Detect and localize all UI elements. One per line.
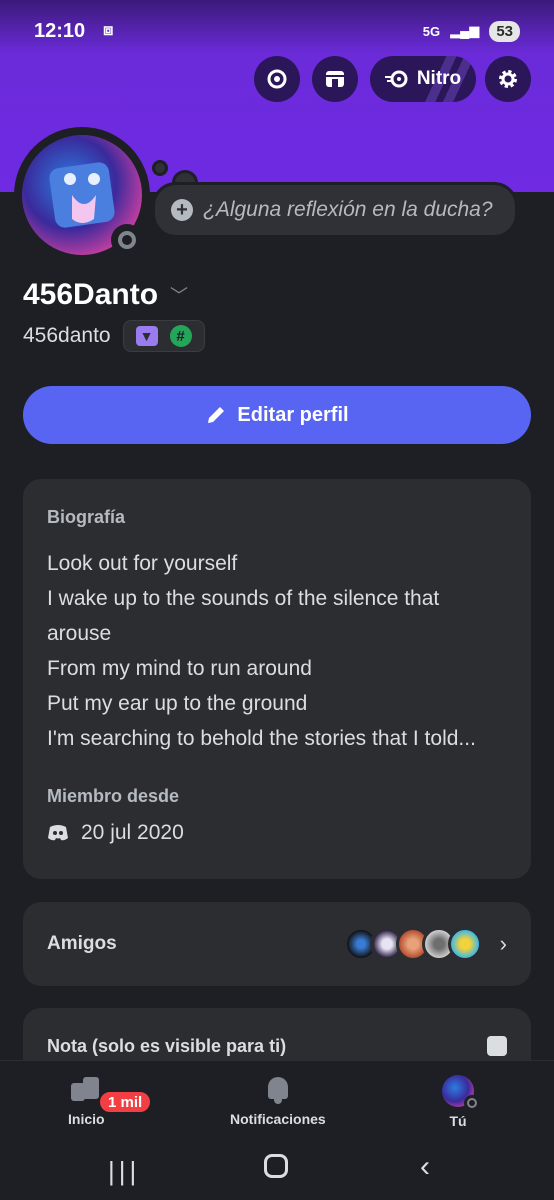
display-name: 456Danto xyxy=(23,278,159,311)
note-heading: Nota (solo es visible para ti) xyxy=(47,1036,287,1056)
recent-apps-icon[interactable]: ||| xyxy=(108,1156,140,1187)
back-icon[interactable]: ‹ xyxy=(420,1150,430,1184)
gear-icon xyxy=(499,70,517,88)
you-avatar xyxy=(442,1075,480,1111)
pencil-icon xyxy=(208,407,225,423)
friends-card[interactable]: Amigos › xyxy=(23,902,531,986)
nav-you-label: Tú xyxy=(449,1113,467,1129)
nitro-button[interactable]: Nitro xyxy=(370,56,476,102)
chevron-down-icon: ﹀ xyxy=(170,286,189,306)
plus-circle-icon: + xyxy=(171,199,193,221)
thought-bubble[interactable]: + ¿Alguna reflexión en la ducha? xyxy=(152,182,518,238)
edit-profile-button[interactable]: Editar perfil xyxy=(23,386,531,444)
offline-status-icon xyxy=(111,224,143,256)
network-label: 5G xyxy=(422,23,441,39)
profile-badges[interactable]: ▼ # xyxy=(122,320,205,352)
member-since-row: 20 jul 2020 xyxy=(47,821,507,845)
member-since-heading: Miembro desde xyxy=(47,786,180,806)
nitro-icon xyxy=(384,70,408,88)
friend-avatar xyxy=(447,927,482,961)
display-name-row[interactable]: 456Danto ﹀ xyxy=(23,278,188,312)
bio-line: I'm searching to behold the stories that… xyxy=(47,727,476,750)
member-since-date: 20 jul 2020 xyxy=(81,821,184,844)
status-right: 5G ▂▄▆ 53 xyxy=(422,20,520,42)
bio-line: I wake up to the sounds of the silence t… xyxy=(47,587,440,610)
note-icon xyxy=(487,1036,507,1056)
screenshot-icon: ⧈ xyxy=(103,22,114,39)
nav-notifications[interactable]: Notificaciones xyxy=(230,1075,326,1127)
bio-line: Put my ear up to the ground xyxy=(47,692,308,715)
status-bar: 12:10 ⧈ 5G ▂▄▆ 53 xyxy=(0,0,554,62)
hashtag-badge-icon[interactable]: # xyxy=(169,325,192,347)
quests-button[interactable] xyxy=(254,56,300,102)
edit-profile-label: Editar perfil xyxy=(237,403,349,426)
bio-line: From my mind to run around xyxy=(47,657,312,680)
bio-line: arouse xyxy=(47,622,112,645)
badge-icon xyxy=(267,69,287,89)
bell-icon xyxy=(264,1075,292,1105)
thought-placeholder: ¿Alguna reflexión en la ducha? xyxy=(203,198,493,221)
nav-home-label: Inicio xyxy=(68,1111,105,1127)
status-time: 12:10 xyxy=(34,19,86,42)
discord-logo-icon xyxy=(48,825,68,841)
home-servers-icon xyxy=(71,1075,101,1105)
username: 456danto xyxy=(23,324,111,347)
username-row: 456danto ▼ # xyxy=(23,320,205,352)
bio-text: Look out for yourself I wake up to the s… xyxy=(47,546,507,756)
bio-line: Look out for yourself xyxy=(47,552,238,575)
bottom-nav: Inicio Notificaciones Tú xyxy=(0,1060,554,1142)
battery-indicator: 53 xyxy=(489,20,520,42)
nav-notifications-label: Notificaciones xyxy=(230,1111,326,1127)
nitro-label: Nitro xyxy=(416,68,462,89)
signal-icon: ▂▄▆ xyxy=(450,23,480,38)
offline-status-icon xyxy=(464,1095,480,1111)
thought-bubble-dot-small xyxy=(152,160,168,176)
shop-button[interactable] xyxy=(312,56,358,102)
friends-label: Amigos xyxy=(47,933,117,954)
settings-button[interactable] xyxy=(485,56,531,102)
nav-you[interactable]: Tú xyxy=(442,1075,480,1129)
bio-heading: Biografía xyxy=(47,507,126,527)
bio-card: Biografía Look out for yourself I wake u… xyxy=(23,479,531,879)
system-nav-bar: ||| ‹ xyxy=(0,1142,554,1200)
hypesquad-badge-icon[interactable]: ▼ xyxy=(135,326,158,346)
chevron-right-icon: › xyxy=(499,931,507,956)
unread-badge: 1 mil xyxy=(98,1090,153,1114)
shop-icon xyxy=(326,71,344,87)
friend-avatars xyxy=(343,927,482,961)
home-button-icon[interactable] xyxy=(264,1154,288,1178)
